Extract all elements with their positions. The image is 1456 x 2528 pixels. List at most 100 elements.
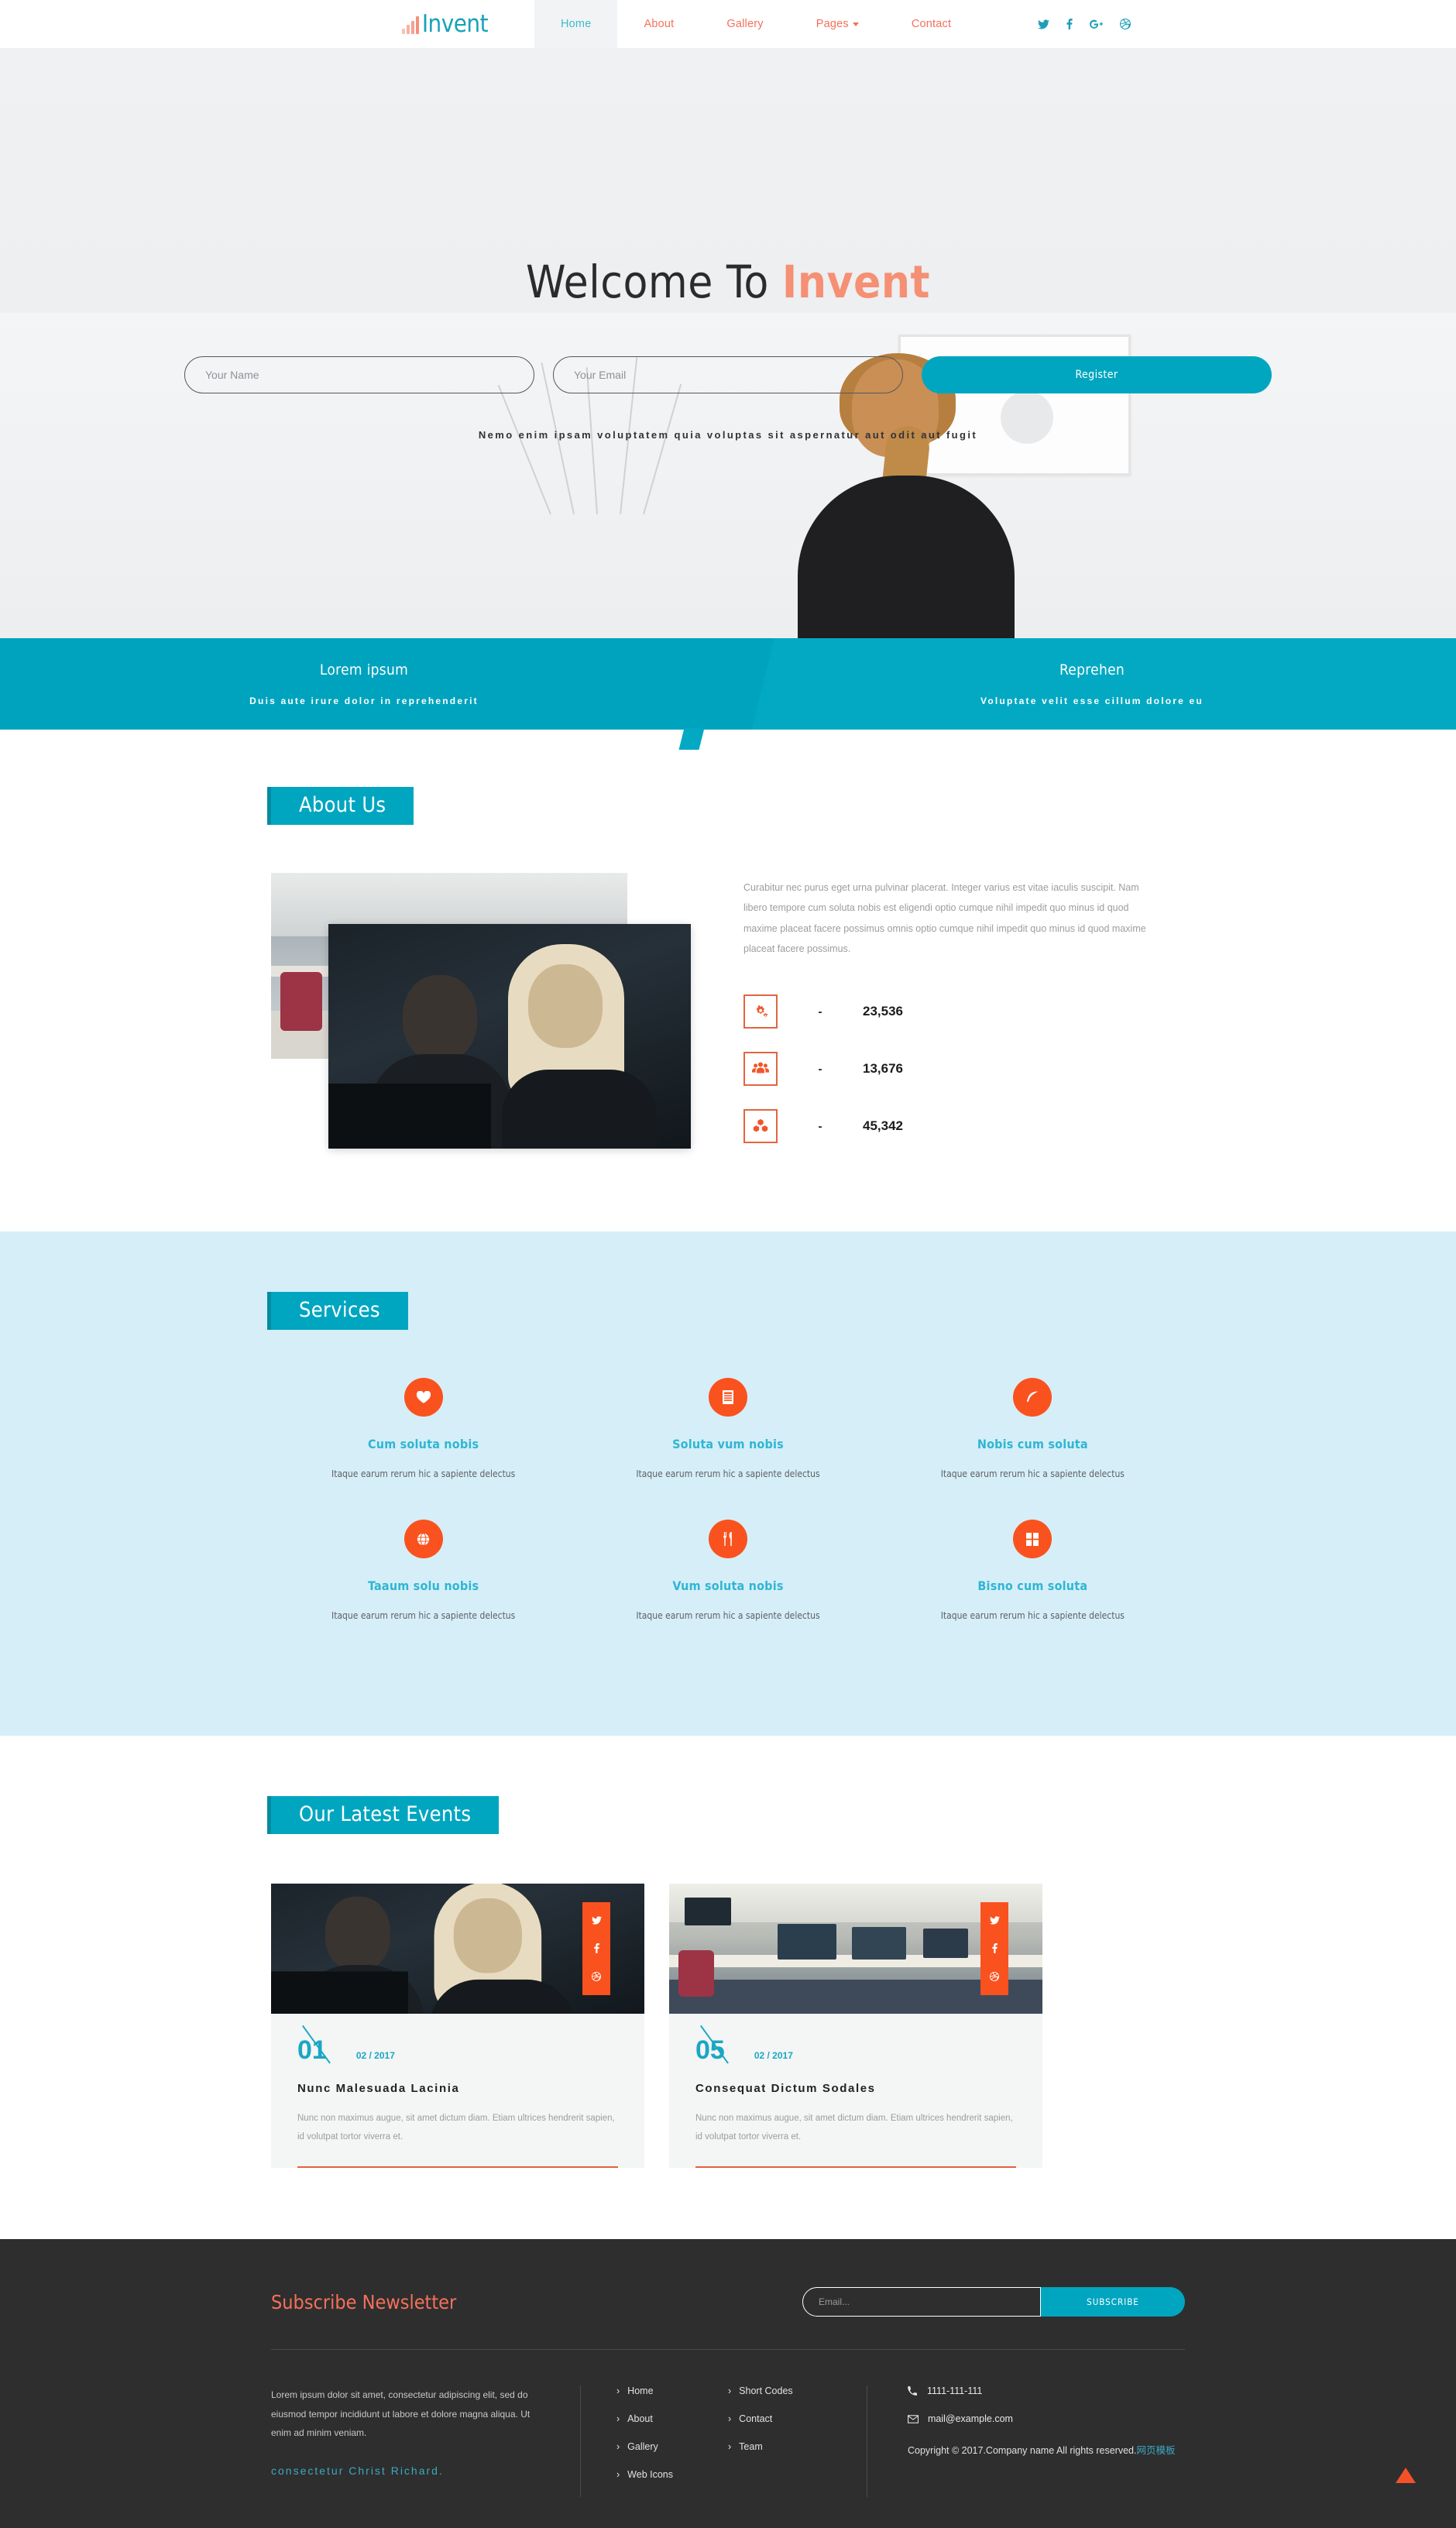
feature-left-title: Lorem ipsum (319, 661, 409, 678)
stat-dash: - (818, 1005, 822, 1018)
event-body: 05 02 / 2017 Consequat Dictum Sodales Nu… (669, 2014, 1042, 2169)
service-text: Itaque earum rerum hic a sapiente delect… (940, 1610, 1125, 1621)
footer-link-home[interactable]: Home (616, 2385, 720, 2396)
chevron-down-icon (852, 22, 859, 26)
service-card[interactable]: Soluta vum nobis Itaque earum rerum hic … (575, 1378, 880, 1479)
event-card[interactable]: 01 02 / 2017 Nunc Malesuada Lacinia Nunc… (271, 1884, 644, 2169)
footer-link-web-icons[interactable]: Web Icons (616, 2469, 720, 2480)
feather-icon (1013, 1378, 1053, 1417)
twitter-icon[interactable] (1038, 19, 1050, 29)
site-logo[interactable]: Invent (401, 9, 489, 38)
page-title: Welcome To Invent (0, 256, 1456, 308)
service-card[interactable]: Bisno cum soluta Itaque earum rerum hic … (881, 1520, 1185, 1621)
bar-chart-icon (401, 15, 419, 36)
footer-signature: consectetur Christ Richard. (271, 2464, 544, 2477)
stat-value: 45,342 (863, 1118, 903, 1133)
service-card[interactable]: Vum soluta nobis Itaque earum rerum hic … (575, 1520, 880, 1621)
newsletter-email-input[interactable] (802, 2287, 1041, 2317)
header-social-links (977, 0, 1456, 48)
about-text-column: Curabitur nec purus eget urna pulvinar p… (705, 873, 1185, 1166)
service-text: Itaque earum rerum hic a sapiente delect… (331, 1468, 516, 1479)
stat-row: - 45,342 (743, 1109, 1185, 1143)
stat-row: - 23,536 (743, 994, 1185, 1029)
google-plus-icon[interactable] (1090, 19, 1104, 29)
twitter-icon[interactable] (591, 1916, 602, 1925)
footer-links-col-2: Short Codes Contact Team (720, 2385, 867, 2498)
footer-link-team[interactable]: Team (728, 2441, 831, 2452)
service-card[interactable]: Taaum solu nobis Itaque earum rerum hic … (271, 1520, 575, 1621)
event-image (271, 1884, 644, 2014)
main-nav: Home About Gallery Pages Contact (534, 0, 977, 48)
footer-link-gallery[interactable]: Gallery (616, 2441, 720, 2452)
service-text: Itaque earum rerum hic a sapiente delect… (636, 1468, 820, 1479)
about-section-title: About Us (266, 787, 414, 825)
site-header: Invent Home About Gallery Pages Contact (0, 0, 1456, 48)
feature-right-title: Reprehen (1059, 661, 1125, 678)
event-title: Nunc Malesuada Lacinia (297, 2082, 460, 2095)
name-input[interactable] (184, 356, 534, 393)
footer-email[interactable]: mail@example.com (928, 2413, 1013, 2424)
event-image (669, 1884, 1042, 2014)
logo-text: Invent (421, 9, 489, 38)
footer-contact: 1111-111-111 mail@example.com Copyright … (867, 2385, 1185, 2497)
event-text: Nunc non maximus augue, sit amet dictum … (297, 2109, 618, 2169)
footer-copyright: Copyright © 2017.Company name All rights… (908, 2441, 1185, 2461)
event-text: Nunc non maximus augue, sit amet dictum … (695, 2109, 1016, 2169)
events-grid: 01 02 / 2017 Nunc Malesuada Lacinia Nunc… (271, 1884, 1185, 2169)
footer-link-contact[interactable]: Contact (728, 2413, 831, 2424)
stat-value: 23,536 (863, 1004, 903, 1018)
globe-icon (403, 1520, 443, 1558)
footer-copyright-text: Copyright © 2017.Company name All rights… (908, 2445, 1137, 2457)
logo-area: Invent (0, 0, 534, 48)
dribbble-icon[interactable] (1120, 19, 1131, 29)
register-form: Register (0, 356, 1456, 393)
service-text: Itaque earum rerum hic a sapiente delect… (636, 1610, 820, 1621)
footer-copyright-link[interactable]: 网页模板 (1136, 2445, 1175, 2456)
event-number: 05 (695, 2035, 725, 2065)
services-section: Services Cum soluta nobis Itaque earum r… (0, 1231, 1456, 1736)
footer-phone[interactable]: 1111-111-111 (927, 2385, 982, 2396)
event-date: 01 02 / 2017 (297, 2037, 618, 2063)
site-footer: Subscribe Newsletter SUBSCRIBE Lorem ips… (0, 2239, 1456, 2528)
event-body: 01 02 / 2017 Nunc Malesuada Lacinia Nunc… (271, 2014, 644, 2169)
feature-bar-item-left[interactable]: Lorem ipsum Duis aute irure dolor in rep… (0, 638, 728, 730)
events-section-title: Our Latest Events (266, 1796, 500, 1834)
nav-item-pages[interactable]: Pages (790, 0, 885, 48)
service-card[interactable]: Cum soluta nobis Itaque earum rerum hic … (271, 1378, 575, 1479)
event-card[interactable]: 05 02 / 2017 Consequat Dictum Sodales Nu… (669, 1884, 1042, 2169)
feature-right-text: Voluptate velit esse cillum dolore eu (980, 696, 1204, 706)
nav-item-home[interactable]: Home (534, 0, 618, 48)
event-number: 01 (297, 2035, 327, 2065)
nav-item-gallery[interactable]: Gallery (700, 0, 789, 48)
nav-item-pages-label: Pages (816, 18, 849, 30)
subscribe-button[interactable]: SUBSCRIBE (1041, 2287, 1185, 2317)
page-root: Invent Home About Gallery Pages Contact (0, 0, 1456, 2528)
footer-link-short-codes[interactable]: Short Codes (728, 2385, 831, 2396)
facebook-icon[interactable] (1066, 19, 1073, 29)
facebook-icon[interactable] (991, 1943, 998, 1953)
feature-bar-item-right[interactable]: Reprehen Voluptate velit esse cillum dol… (705, 638, 1456, 730)
twitter-icon[interactable] (989, 1916, 1000, 1925)
footer-columns: Lorem ipsum dolor sit amet, consectetur … (271, 2350, 1185, 2498)
event-share-bar (582, 1902, 610, 1995)
footer-link-about[interactable]: About (616, 2413, 720, 2424)
about-images (271, 873, 705, 1149)
users-icon (743, 1052, 778, 1086)
nav-item-contact[interactable]: Contact (885, 0, 977, 48)
register-button[interactable]: Register (922, 356, 1272, 393)
dribbble-icon[interactable] (990, 1972, 999, 1981)
triangle-up-icon[interactable] (1396, 2468, 1416, 2484)
phone-icon (908, 2385, 918, 2396)
nav-item-about[interactable]: About (617, 0, 700, 48)
facebook-icon[interactable] (593, 1943, 599, 1953)
service-card[interactable]: Nobis cum soluta Itaque earum rerum hic … (881, 1378, 1185, 1479)
email-input[interactable] (553, 356, 903, 393)
dribbble-icon[interactable] (592, 1972, 601, 1981)
about-image-women (328, 924, 691, 1149)
grid-icon (1013, 1520, 1053, 1558)
feature-bar: Lorem ipsum Duis aute irure dolor in rep… (0, 638, 1456, 750)
hero-title-plain: Welcome To (525, 256, 782, 308)
event-date: 05 02 / 2017 (695, 2037, 1016, 2063)
about-stats: - 23,536 - 13,676 - 45,342 (743, 994, 1185, 1143)
event-month-year: 02 / 2017 (355, 2050, 395, 2061)
